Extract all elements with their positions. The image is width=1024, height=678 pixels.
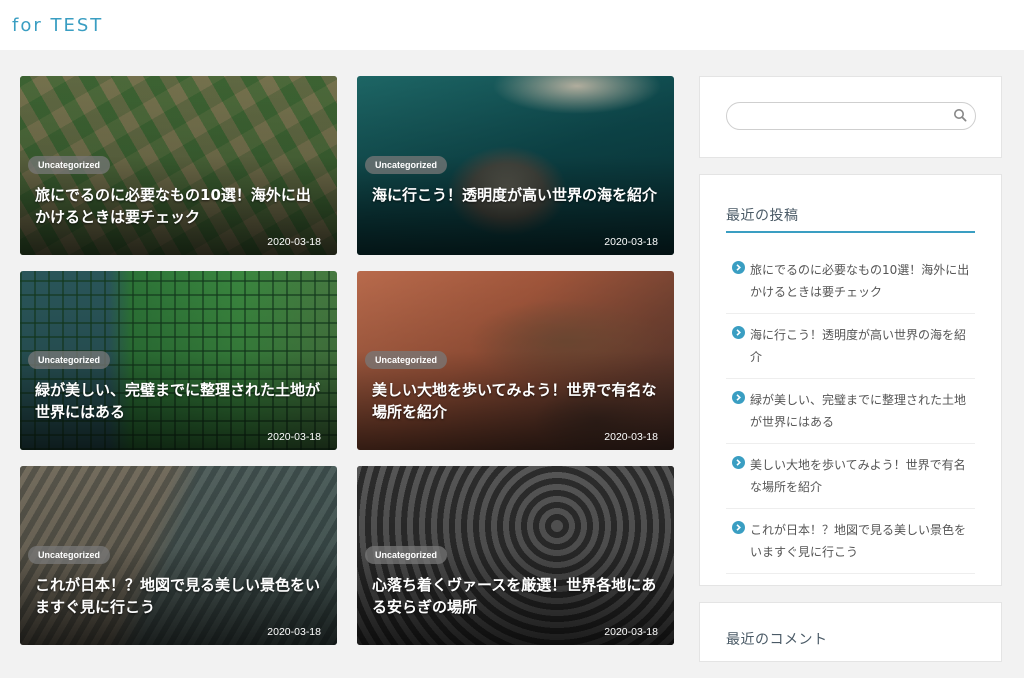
chevron-circle-icon xyxy=(732,391,745,404)
post-grid: Uncategorized 旅にでるのに必要なもの10選！海外に出かけるときは要… xyxy=(20,76,674,645)
search-button[interactable] xyxy=(952,108,968,124)
post-title: 心落ち着くヴァースを厳選！世界各地にある安らぎの場所 xyxy=(372,576,657,616)
recent-post-title: 美しい大地を歩いてみよう！世界で有名な場所を紹介 xyxy=(750,458,966,494)
recent-posts-list: 旅にでるのに必要なもの10選！海外に出かけるときは要チェック 海に行こう！透明度… xyxy=(726,249,975,574)
post-date: 2020-03-18 xyxy=(267,236,321,248)
recent-post-item[interactable]: これが日本！？地図で見る美しい景色をいますぐ見に行こう xyxy=(726,509,975,574)
chevron-circle-icon xyxy=(732,326,745,339)
search-icon xyxy=(954,109,967,122)
post-card[interactable]: Uncategorized 緑が美しい、完璧までに整理された土地が世界にはある … xyxy=(20,271,337,450)
post-title: 美しい大地を歩いてみよう！世界で有名な場所を紹介 xyxy=(372,381,657,421)
category-badge[interactable]: Uncategorized xyxy=(365,351,448,369)
chevron-circle-icon xyxy=(732,261,745,274)
post-date: 2020-03-18 xyxy=(604,236,658,248)
post-card[interactable]: Uncategorized これが日本！？地図で見る美しい景色をいますぐ見に行こ… xyxy=(20,466,337,645)
post-title: 緑が美しい、完璧までに整理された土地が世界にはある xyxy=(35,381,321,421)
post-card[interactable]: Uncategorized 心落ち着くヴァースを厳選！世界各地にある安らぎの場所… xyxy=(357,466,674,645)
search-input[interactable] xyxy=(726,102,976,130)
recent-post-title: 緑が美しい、完璧までに整理された土地が世界にはある xyxy=(750,393,967,429)
post-title: これが日本！？地図で見る美しい景色をいますぐ見に行こう xyxy=(35,576,321,616)
recent-post-item[interactable]: 緑が美しい、完璧までに整理された土地が世界にはある xyxy=(726,379,975,444)
widget-title: 最近の投稿 xyxy=(726,205,975,233)
recent-posts-widget: 最近の投稿 旅にでるのに必要なもの10選！海外に出かけるときは要チェック 海に行… xyxy=(699,174,1002,586)
chevron-circle-icon xyxy=(732,456,745,469)
post-date: 2020-03-18 xyxy=(267,431,321,443)
post-date: 2020-03-18 xyxy=(604,431,658,443)
post-card[interactable]: Uncategorized 旅にでるのに必要なもの10選！海外に出かけるときは要… xyxy=(20,76,337,255)
chevron-circle-icon xyxy=(732,521,745,534)
category-badge[interactable]: Uncategorized xyxy=(28,546,111,564)
widget-title: 最近のコメント xyxy=(726,632,828,648)
recent-comments-widget: 最近のコメント xyxy=(699,602,1002,662)
recent-post-title: 旅にでるのに必要なもの10選！海外に出かけるときは要チェック xyxy=(750,263,970,299)
search-widget xyxy=(699,76,1002,158)
category-badge[interactable]: Uncategorized xyxy=(28,351,111,369)
main-area: Uncategorized 旅にでるのに必要なもの10選！海外に出かけるときは要… xyxy=(0,50,1024,662)
site-logo[interactable]: for TEST xyxy=(12,15,103,36)
sidebar: 最近の投稿 旅にでるのに必要なもの10選！海外に出かけるときは要チェック 海に行… xyxy=(699,76,1002,678)
post-title: 海に行こう！透明度が高い世界の海を紹介 xyxy=(372,186,658,204)
recent-post-item[interactable]: 旅にでるのに必要なもの10選！海外に出かけるときは要チェック xyxy=(726,249,975,314)
category-badge[interactable]: Uncategorized xyxy=(28,156,111,174)
post-card[interactable]: Uncategorized 美しい大地を歩いてみよう！世界で有名な場所を紹介 2… xyxy=(357,271,674,450)
recent-post-item[interactable]: 海に行こう！透明度が高い世界の海を紹介 xyxy=(726,314,975,379)
recent-post-item[interactable]: 美しい大地を歩いてみよう！世界で有名な場所を紹介 xyxy=(726,444,975,509)
site-header: for TEST xyxy=(0,0,1024,50)
post-date: 2020-03-18 xyxy=(267,626,321,638)
category-badge[interactable]: Uncategorized xyxy=(365,156,448,174)
post-title: 旅にでるのに必要なもの10選！海外に出かけるときは要チェック xyxy=(35,186,311,226)
recent-post-title: これが日本！？地図で見る美しい景色をいますぐ見に行こう xyxy=(750,523,967,559)
recent-post-title: 海に行こう！透明度が高い世界の海を紹介 xyxy=(750,328,967,364)
category-badge[interactable]: Uncategorized xyxy=(365,546,448,564)
post-card[interactable]: Uncategorized 海に行こう！透明度が高い世界の海を紹介 2020-0… xyxy=(357,76,674,255)
post-date: 2020-03-18 xyxy=(604,626,658,638)
